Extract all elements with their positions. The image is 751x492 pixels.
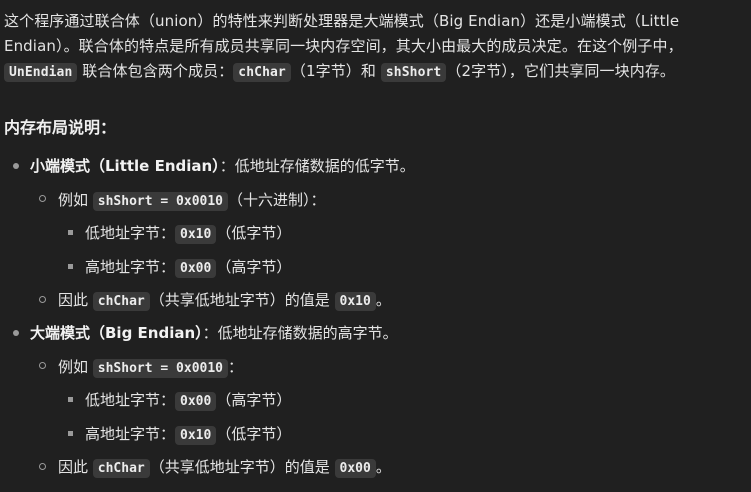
big-endian-example: 例如 shShort = 0x0010： xyxy=(58,358,244,378)
inline-code-chchar: chChar xyxy=(92,459,150,478)
inline-code-chchar: chChar xyxy=(92,292,150,311)
little-endian-title: 小端模式（Little Endian） xyxy=(30,157,220,175)
big-endian-line: 大端模式（Big Endian）：低地址存储数据的高字节。 xyxy=(30,322,398,344)
inline-code-value: 0x10 xyxy=(334,292,376,311)
intro-paragraph: 这个程序通过联合体（union）的特性来判断处理器是大端模式（Big Endia… xyxy=(4,0,749,85)
square-bullet-icon xyxy=(68,264,73,269)
inline-code-low: 0x00 xyxy=(175,392,217,411)
inline-code-high: 0x10 xyxy=(175,426,217,445)
inline-code-shshort: shShort xyxy=(380,63,447,82)
document: 这个程序通过联合体（union）的特性来判断处理器是大端模式（Big Endia… xyxy=(0,0,751,492)
inline-code-value: 0x00 xyxy=(334,459,376,478)
little-endian-example: 例如 shShort = 0x0010 （十六进制）： xyxy=(58,191,326,211)
little-endian-line: 小端模式（Little Endian）：低地址存储数据的低字节。 xyxy=(30,155,415,177)
little-endian-high-byte: 高地址字节： 0x00 （高字节） xyxy=(85,258,292,278)
intro-text: 联合体包含两个成员： xyxy=(77,62,234,80)
big-endian-result: 因此 chChar （共享低地址字节）的值是 0x00。 xyxy=(58,458,391,478)
square-bullet-icon xyxy=(68,397,73,402)
disc-bullet-icon xyxy=(13,163,19,169)
big-endian-high-byte: 高地址字节： 0x10 （低字节） xyxy=(85,425,292,445)
inline-code-example: shShort = 0x0010 xyxy=(92,359,229,378)
inline-code-example: shShort = 0x0010 xyxy=(92,192,229,211)
big-endian-low-byte: 低地址字节： 0x00 （高字节） xyxy=(85,391,292,411)
square-bullet-icon xyxy=(68,230,73,235)
inline-code-unendian: UnEndian xyxy=(4,63,78,82)
square-bullet-icon xyxy=(68,431,73,436)
intro-text: （1字节）和 xyxy=(290,62,381,80)
circle-bullet-icon xyxy=(39,463,46,470)
circle-bullet-icon xyxy=(39,195,46,202)
circle-bullet-icon xyxy=(39,296,46,303)
disc-bullet-icon xyxy=(13,330,19,336)
intro-text: 这个程序通过联合体（union）的特性来判断处理器是大端模式（Big Endia… xyxy=(4,12,683,55)
circle-bullet-icon xyxy=(39,362,46,369)
section-heading: 内存布局说明： xyxy=(4,118,117,137)
inline-code-chchar: chChar xyxy=(233,63,291,82)
big-endian-desc: ：低地址存储数据的高字节。 xyxy=(202,324,398,342)
big-endian-title: 大端模式（Big Endian） xyxy=(30,324,203,342)
inline-code-high: 0x00 xyxy=(175,259,217,278)
little-endian-result: 因此 chChar （共享低地址字节）的值是 0x10。 xyxy=(58,291,391,311)
intro-text: （2字节），它们共享同一块内存。 xyxy=(446,62,676,80)
inline-code-low: 0x10 xyxy=(175,225,217,244)
little-endian-low-byte: 低地址字节： 0x10 （低字节） xyxy=(85,224,292,244)
little-endian-desc: ：低地址存储数据的低字节。 xyxy=(219,157,415,175)
